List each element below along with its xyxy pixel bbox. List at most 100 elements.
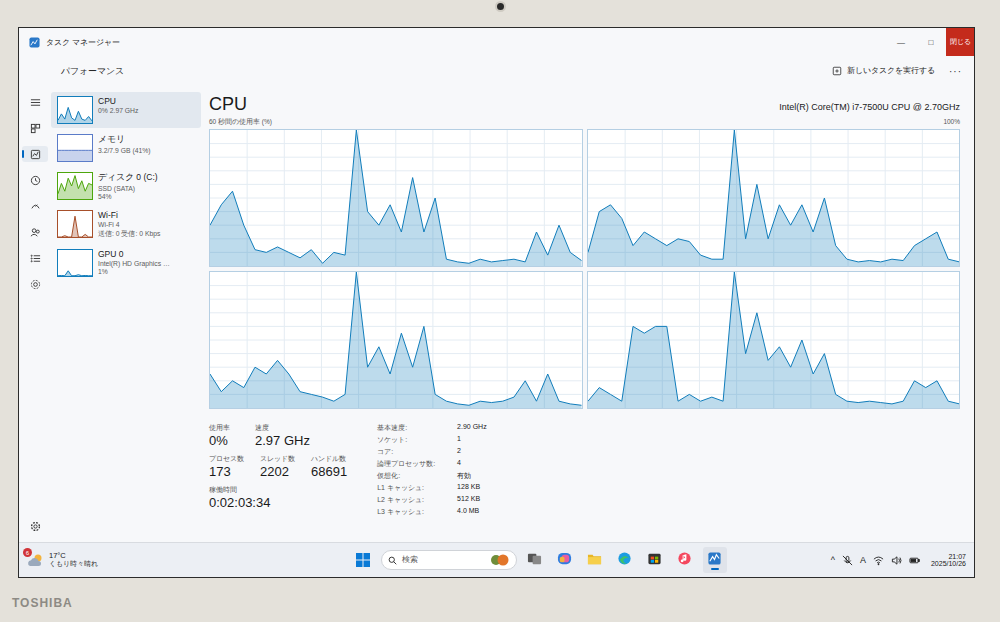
temperature: 17°C bbox=[49, 551, 98, 560]
tray-chevron[interactable]: ^ bbox=[831, 555, 835, 565]
laptop-photo: タスク マネージャー—□閉じるパフォーマンス新しいタスクを実行する···CPU0… bbox=[0, 0, 1000, 622]
settings-button[interactable] bbox=[22, 518, 48, 534]
resource-detail: SSD (SATA) bbox=[98, 185, 158, 192]
usage-chart bbox=[588, 130, 960, 266]
nav-rail bbox=[19, 56, 51, 542]
resource-detail: 0% 2.97 GHz bbox=[98, 107, 138, 114]
window-title: タスク マネージャー bbox=[46, 37, 120, 48]
usage-area bbox=[588, 130, 960, 266]
details-icon bbox=[30, 253, 41, 264]
resource-title: メモリ bbox=[98, 134, 151, 146]
left-bezel bbox=[0, 27, 18, 578]
detail-label: L2 キャッシュ: bbox=[377, 495, 435, 505]
start-button[interactable] bbox=[351, 547, 375, 573]
stat: 速度2.97 GHz bbox=[255, 423, 310, 448]
nav-item[interactable] bbox=[22, 146, 48, 162]
edge-icon bbox=[617, 551, 632, 566]
ime-indicator[interactable]: A bbox=[860, 555, 866, 565]
detail-label: L1 キャッシュ: bbox=[377, 483, 435, 493]
stat: プロセス数173 bbox=[209, 454, 244, 479]
stat: 使用率0% bbox=[209, 423, 239, 448]
taskbar-app[interactable] bbox=[613, 547, 637, 573]
resource-detail: Wi-Fi 4 bbox=[98, 221, 160, 228]
search-highlight-icon bbox=[490, 554, 510, 566]
bottom-bezel: TOSHIBA bbox=[0, 578, 1000, 622]
taskbar-app[interactable] bbox=[643, 547, 667, 573]
taskbar-app[interactable] bbox=[673, 547, 697, 573]
taskmanager-icon bbox=[707, 551, 722, 566]
resource-item[interactable]: ディスク 0 (C:)SSD (SATA)54% bbox=[51, 168, 201, 204]
close-button[interactable]: 閉じる bbox=[946, 28, 974, 56]
taskbar-app[interactable] bbox=[703, 547, 727, 573]
cpu-title: CPU bbox=[209, 94, 247, 115]
cpu-graphs bbox=[209, 129, 960, 409]
camera-icon bbox=[495, 1, 506, 12]
cpu-panel: CPUIntel(R) Core(TM) i7-7500U CPU @ 2.70… bbox=[201, 56, 974, 542]
usage-area bbox=[58, 271, 92, 276]
volume-icon bbox=[891, 555, 902, 566]
detail-label: ソケット: bbox=[377, 435, 435, 445]
right-bezel bbox=[975, 27, 1000, 578]
taskbar-app[interactable] bbox=[523, 547, 547, 573]
resource-item[interactable]: CPU0% 2.97 GHz bbox=[51, 92, 201, 128]
nav-item[interactable] bbox=[22, 172, 48, 188]
nav-item[interactable] bbox=[22, 250, 48, 266]
notification-badge: 6 bbox=[23, 548, 32, 557]
title-bar: タスク マネージャー —□閉じる bbox=[19, 28, 974, 56]
windows-icon bbox=[356, 553, 370, 567]
search-box[interactable]: 検索 bbox=[381, 550, 517, 570]
nav-item[interactable] bbox=[22, 94, 48, 110]
detail-value: 512 KB bbox=[457, 495, 487, 505]
nav-item[interactable] bbox=[22, 198, 48, 214]
minimize-button[interactable]: — bbox=[886, 28, 916, 56]
resource-item[interactable]: メモリ3.2/7.9 GB (41%) bbox=[51, 130, 201, 166]
explorer-icon bbox=[587, 551, 602, 566]
nav-item[interactable] bbox=[22, 276, 48, 292]
detail-label: 論理プロセッサ数: bbox=[377, 459, 435, 469]
taskbar: 617°Cくもり時々晴れ検索^A21:072025/10/26 bbox=[19, 542, 974, 577]
resource-item[interactable]: Wi-FiWi-Fi 4送信: 0 受信: 0 Kbps bbox=[51, 206, 201, 243]
usage-area bbox=[58, 176, 92, 199]
axis-max: 100% bbox=[943, 118, 960, 127]
usage-line bbox=[58, 107, 92, 121]
detail-value: 4 bbox=[457, 459, 487, 469]
nav-item[interactable] bbox=[22, 120, 48, 136]
core-graph bbox=[587, 271, 961, 409]
startup-icon bbox=[30, 201, 41, 212]
detail-value: 有効 bbox=[457, 471, 487, 481]
usage-area bbox=[58, 216, 92, 237]
resource-title: ディスク 0 (C:) bbox=[98, 172, 158, 184]
maximize-button[interactable]: □ bbox=[916, 28, 946, 56]
cpu-details: 基本速度:2.90 GHzソケット:1コア:2論理プロセッサ数:4仮想化:有効L… bbox=[377, 423, 487, 517]
usage-chart bbox=[210, 272, 582, 408]
usage-chart bbox=[58, 173, 92, 199]
run-task-button[interactable]: 新しいタスクを実行する bbox=[832, 66, 935, 76]
taskbar-app[interactable] bbox=[583, 547, 607, 573]
processes-icon bbox=[30, 123, 41, 134]
resource-detail: 54% bbox=[98, 193, 158, 200]
nav-item[interactable] bbox=[22, 224, 48, 240]
usage-chart bbox=[58, 250, 92, 276]
resource-list: CPU0% 2.97 GHzメモリ3.2/7.9 GB (41%)ディスク 0 … bbox=[51, 56, 201, 542]
history-icon bbox=[30, 175, 41, 186]
stat: 稼働時間0:02:03:34 bbox=[209, 485, 270, 510]
services-icon bbox=[30, 279, 41, 290]
usage-chart bbox=[58, 211, 92, 237]
weather-text: くもり時々晴れ bbox=[49, 560, 98, 569]
more-button[interactable]: ··· bbox=[949, 66, 962, 77]
resource-thumbnail bbox=[57, 210, 93, 238]
mic-off-icon bbox=[842, 555, 853, 566]
brand-logo: TOSHIBA bbox=[12, 596, 73, 610]
usage-area bbox=[58, 107, 92, 123]
usage-chart bbox=[58, 97, 92, 123]
taskbar-app[interactable] bbox=[553, 547, 577, 573]
resource-item[interactable]: GPU 0Intel(R) HD Graphics …1% bbox=[51, 245, 201, 281]
system-tray: ^ A 21:072025/10/26 bbox=[821, 553, 966, 567]
users-icon bbox=[30, 227, 41, 238]
usage-line bbox=[588, 272, 960, 404]
stat: スレッド数2202 bbox=[260, 454, 295, 479]
detail-label: 仮想化: bbox=[377, 471, 435, 481]
weather-widget[interactable]: 617°Cくもり時々晴れ bbox=[27, 551, 167, 569]
clock[interactable]: 21:072025/10/26 bbox=[931, 553, 966, 567]
detail-label: L3 キャッシュ: bbox=[377, 507, 435, 517]
